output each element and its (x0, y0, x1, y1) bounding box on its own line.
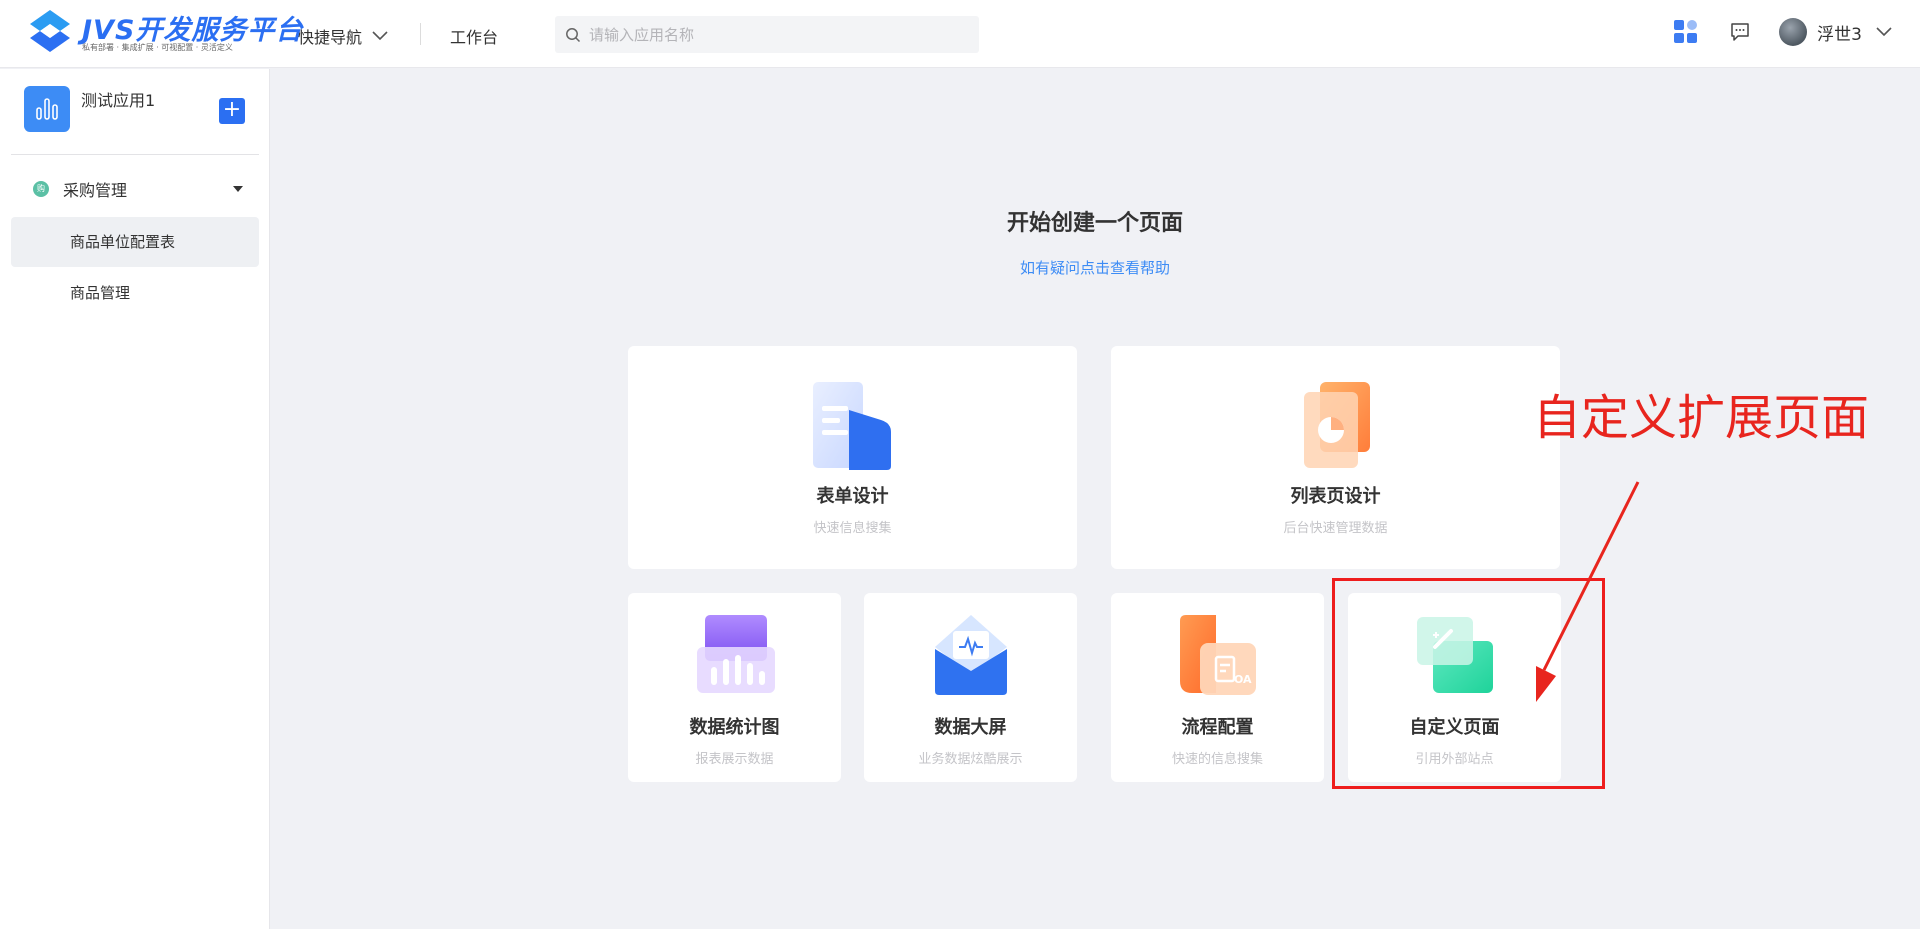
card-desc: 快速信息搜集 (813, 521, 892, 536)
menu-group-label: 采购管理 (63, 181, 128, 200)
help-link[interactable]: 如有疑问点击查看帮助 (995, 257, 1195, 278)
annotation-arrow-icon (1536, 481, 1640, 702)
avatar[interactable] (1779, 18, 1808, 46)
sidebar-item-unit-config[interactable]: 商品单位配置表 (11, 217, 259, 267)
chevron-down-icon (372, 31, 388, 41)
card-title: 流程配置 (1181, 717, 1254, 738)
card-title: 数据统计图 (689, 717, 780, 738)
search-input[interactable] (589, 25, 969, 44)
card-form-design[interactable]: 表单设计 快速信息搜集 (628, 346, 1077, 569)
header-right: 浮世3 (1673, 18, 1892, 46)
search-icon (566, 27, 581, 42)
card-title: 列表页设计 (1290, 486, 1381, 507)
search-box[interactable] (555, 16, 979, 53)
workbench-link[interactable]: 工作台 (450, 24, 498, 48)
logo-subtitle: 私有部署 · 集成扩展 · 可视配置 · 灵活定义 (82, 43, 233, 52)
big-screen-icon (934, 615, 1007, 695)
quick-nav-dropdown[interactable]: 快捷导航 (298, 24, 388, 48)
bar-chart-icon (36, 98, 58, 120)
quick-nav-label: 快捷导航 (298, 28, 363, 47)
apps-grid-icon[interactable] (1673, 19, 1699, 45)
logo[interactable]: JVS开发服务平台 私有部署 · 集成扩展 · 可视配置 · 灵活定义 (28, 8, 302, 58)
caret-down-icon (233, 186, 243, 192)
card-desc: 快速的信息搜集 (1171, 752, 1263, 767)
form-design-icon (812, 382, 891, 470)
chevron-down-icon[interactable] (1876, 27, 1892, 37)
sidebar-divider (11, 154, 259, 155)
svg-text:OA: OA (1234, 673, 1252, 686)
card-desc: 报表展示数据 (695, 752, 774, 767)
username[interactable]: 浮世3 (1817, 20, 1862, 45)
card-data-chart[interactable]: 数据统计图 报表展示数据 (628, 593, 841, 782)
chart-icon (696, 615, 775, 693)
group-icon: 购 (33, 181, 49, 197)
card-title: 数据大屏 (934, 717, 1007, 738)
nav-divider (420, 23, 421, 45)
card-list-design[interactable]: 列表页设计 后台快速管理数据 (1111, 346, 1560, 569)
menu-group-purchase[interactable]: 购 采购管理 (11, 169, 259, 209)
sidebar: 测试应用1 + 购 采购管理 商品单位配置表 商品管理 (0, 69, 270, 929)
annotation-text: 自定义扩展页面 (1533, 390, 1870, 446)
card-desc: 后台快速管理数据 (1283, 521, 1388, 536)
top-header: JVS开发服务平台 私有部署 · 集成扩展 · 可视配置 · 灵活定义 快捷导航… (0, 0, 1920, 68)
app-icon (24, 86, 70, 132)
message-icon[interactable] (1729, 21, 1751, 43)
list-design-icon (1303, 382, 1370, 468)
card-workflow[interactable]: OA 流程配置 快速的信息搜集 (1111, 593, 1324, 782)
card-title: 表单设计 (816, 486, 889, 507)
card-desc: 业务数据炫酷展示 (918, 752, 1023, 767)
sidebar-item-product-management[interactable]: 商品管理 (11, 268, 259, 318)
logo-icon (30, 10, 70, 52)
app-name: 测试应用1 (81, 91, 156, 110)
card-big-screen[interactable]: 数据大屏 业务数据炫酷展示 (864, 593, 1077, 782)
page-title: 开始创建一个页面 (1006, 211, 1183, 236)
add-button[interactable]: + (219, 98, 245, 124)
workflow-icon: OA (1179, 615, 1256, 695)
